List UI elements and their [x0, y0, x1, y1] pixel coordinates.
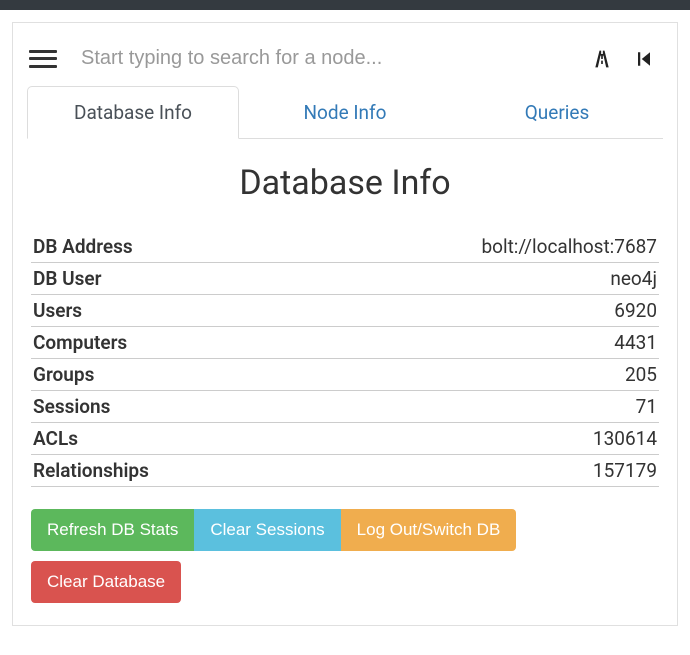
info-label: Groups: [33, 363, 94, 386]
search-input[interactable]: [73, 43, 575, 74]
info-value: 205: [625, 363, 657, 386]
refresh-db-stats-button[interactable]: Refresh DB Stats: [31, 509, 194, 551]
tab-label: Queries: [525, 101, 590, 124]
info-label: Users: [33, 299, 82, 322]
tab-label: Database Info: [74, 101, 192, 124]
info-row-computers: Computers 4431: [31, 327, 659, 359]
info-value: 71: [636, 395, 657, 418]
tab-queries[interactable]: Queries: [451, 86, 663, 138]
info-value: 157179: [593, 459, 657, 482]
info-row-db-address: DB Address bolt://localhost:7687: [31, 231, 659, 263]
clear-sessions-button[interactable]: Clear Sessions: [194, 509, 340, 551]
tab-node-info[interactable]: Node Info: [239, 86, 451, 138]
info-label: Computers: [33, 331, 127, 354]
info-row-sessions: Sessions 71: [31, 391, 659, 423]
info-value: bolt://localhost:7687: [481, 235, 657, 258]
tab-database-info[interactable]: Database Info: [27, 86, 239, 139]
clear-database-button[interactable]: Clear Database: [31, 561, 181, 603]
window-top-bar: [0, 0, 690, 10]
toolbar-icon-group: [591, 48, 661, 70]
info-value: neo4j: [610, 267, 657, 290]
info-value: 6920: [614, 299, 657, 322]
info-table: DB Address bolt://localhost:7687 DB User…: [31, 231, 659, 487]
step-back-icon[interactable]: [633, 48, 655, 70]
info-label: Sessions: [33, 395, 110, 418]
info-value: 4431: [614, 331, 657, 354]
info-label: Relationships: [33, 459, 149, 482]
page-title: Database Info: [31, 163, 659, 203]
info-value: 130614: [593, 427, 657, 450]
tab-label: Node Info: [304, 101, 387, 124]
info-label: DB User: [33, 267, 101, 290]
tab-content: Database Info DB Address bolt://localhos…: [27, 139, 663, 611]
action-button-bar: Refresh DB Stats Clear Sessions Log Out/…: [31, 509, 659, 603]
hamburger-menu-icon[interactable]: [29, 48, 57, 70]
info-row-users: Users 6920: [31, 295, 659, 327]
info-row-relationships: Relationships 157179: [31, 455, 659, 487]
info-row-db-user: DB User neo4j: [31, 263, 659, 295]
road-icon[interactable]: [591, 48, 613, 70]
toolbar: [27, 35, 663, 86]
logout-switch-db-button[interactable]: Log Out/Switch DB: [341, 509, 517, 551]
main-panel: Database Info Node Info Queries Database…: [12, 22, 678, 626]
tab-bar: Database Info Node Info Queries: [27, 86, 663, 139]
info-row-groups: Groups 205: [31, 359, 659, 391]
info-label: DB Address: [33, 235, 133, 258]
info-label: ACLs: [33, 427, 78, 450]
info-row-acls: ACLs 130614: [31, 423, 659, 455]
